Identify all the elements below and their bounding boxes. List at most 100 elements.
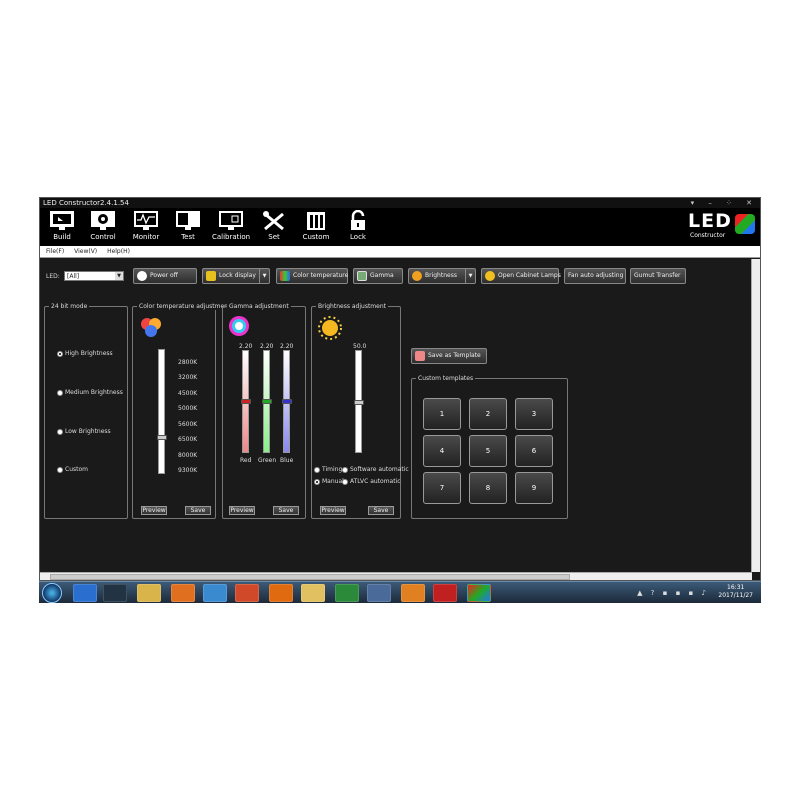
toolbar-lock[interactable]: Lock [338,210,378,241]
horizontal-scrollbar[interactable] [40,572,752,580]
menu-help[interactable]: Help(H) [107,248,130,255]
toolbar-custom[interactable]: Custom [296,210,336,241]
menu-view[interactable]: View(V) [74,248,97,255]
brightness-preview-button[interactable]: Preview [320,506,346,515]
radio-manual[interactable]: Manual [314,478,344,485]
lock-icon [351,210,365,230]
scrollbar-thumb[interactable] [50,574,570,580]
gamma-red-thumb[interactable] [241,399,251,404]
template-1-button[interactable]: 1 [423,398,461,430]
template-3-button[interactable]: 3 [515,398,553,430]
brightness-value: 50.0 [353,343,367,350]
folder-icon[interactable] [137,584,161,602]
gamma-green-thumb[interactable] [262,399,272,404]
lamp-icon [485,270,495,281]
test-icon [176,211,200,230]
excel-icon[interactable] [335,584,359,602]
open-cabinet-lamps-button[interactable]: Open Cabinet Lamps [481,268,561,284]
set-icon [263,211,284,231]
toolbar-build[interactable]: Build [42,210,82,241]
brightness-group: Brightness adjustment 50.0 Timing Softwa… [311,303,409,519]
chevron-down-icon: ▼ [115,272,123,280]
gamma-blue-slider[interactable] [282,350,292,453]
toolbar-control[interactable]: Control [83,210,123,241]
custom-icon [307,212,325,230]
search-tool-icon[interactable] [301,584,325,602]
brightness-button[interactable]: Brightness ▼ [408,268,476,284]
template-5-button[interactable]: 5 [469,435,507,467]
messenger-icon[interactable] [203,584,227,602]
gamma-button[interactable]: Gamma [353,268,403,284]
menu-file[interactable]: File(F) [46,248,64,255]
start-button[interactable] [42,583,62,603]
toolbar-test[interactable]: Test [168,210,208,241]
window-controls[interactable]: ▾ – ⁘ ✕ [691,198,758,208]
colortemp-tick-label: 8000K [178,451,198,459]
colortemp-tick-label: 9300K [178,467,198,474]
template-4-button[interactable]: 4 [423,435,461,467]
ie-icon[interactable] [73,584,97,602]
media-player-icon[interactable] [171,584,195,602]
title-bar: LED Constructor2.4.1.54 ▾ – ⁘ ✕ [40,198,760,208]
dropdown-arrow-icon[interactable]: ▼ [465,269,475,283]
radio-low-brightness[interactable]: Low Brightness [57,428,111,435]
dropdown-arrow-icon[interactable]: ▼ [259,269,269,283]
clock[interactable]: 16:31 2017/11/27 [718,584,753,600]
sun-icon [412,270,422,281]
gamma-preview-button[interactable]: Preview [229,506,255,515]
firefox-icon[interactable] [269,584,293,602]
build-icon [50,211,74,230]
powerpoint-icon[interactable] [235,584,259,602]
window-title: LED Constructor2.4.1.54 [43,199,129,207]
gamma-green-slider[interactable] [262,350,272,453]
template-6-button[interactable]: 6 [515,435,553,467]
template-7-button[interactable]: 7 [423,472,461,504]
template-8-button[interactable]: 8 [469,472,507,504]
radio-timing[interactable]: Timing [314,466,342,473]
toolbar-monitor[interactable]: Monitor [126,210,166,241]
toolbar-calibration[interactable]: Calibration [211,210,251,241]
fan-auto-adjusting-button[interactable]: Fan auto adjusting [564,268,626,284]
s-app-icon[interactable] [103,584,127,602]
template-9-button[interactable]: 9 [515,472,553,504]
colortemp-save-button[interactable]: Save [185,506,211,515]
save-as-template-button[interactable]: Save as Template [411,348,487,364]
brightness-save-button[interactable]: Save [368,506,394,515]
power-off-button[interactable]: Power off [133,268,197,284]
gamma-red-value: 2.20 [239,343,253,350]
color-balls-icon [141,318,161,337]
toolbar-set[interactable]: Set [254,210,294,241]
padlock-icon [206,270,216,281]
brightness-slider[interactable] [354,350,364,453]
calibration-icon [219,211,243,230]
color-temperature-button[interactable]: Color temperature [276,268,348,284]
radio-high-brightness[interactable]: High Brightness [57,350,113,357]
color-temperature-slider[interactable] [157,349,167,474]
color-temperature-thumb[interactable] [157,435,167,440]
system-tray-icons[interactable]: ▲ ? ▪ ▪ ▪ ♪ [637,589,709,597]
radio-custom[interactable]: Custom [57,466,88,473]
template-2-button[interactable]: 2 [469,398,507,430]
app-logo: LED Constructor [688,210,758,244]
colortemp-tick-label: 6500K [178,436,198,444]
led-constructor-taskbar-icon[interactable] [467,584,491,602]
window-app-icon[interactable] [367,584,391,602]
brightness-thumb[interactable] [354,400,364,405]
lock-display-button[interactable]: Lock display ▼ [202,268,270,284]
gamma-red-slider[interactable] [241,350,251,453]
outlook-icon[interactable] [401,584,425,602]
radio-software-automatic[interactable]: Software automatic [342,466,409,473]
color-palette-icon [280,270,290,281]
radio-atlvc-automatic[interactable]: ATLVC automatic [342,478,401,485]
gamma-blue-thumb[interactable] [282,399,292,404]
gamma-red-label: Red [240,457,252,464]
gamma-save-button[interactable]: Save [273,506,299,515]
pdf-reader-icon[interactable] [433,584,457,602]
vertical-scrollbar[interactable] [751,259,760,572]
led-select[interactable]: [All] ▼ [64,271,124,281]
colortemp-preview-button[interactable]: Preview [141,506,167,515]
gumut-transfer-button[interactable]: Gumut Transfer [630,268,686,284]
color-temperature-group: Color temperature adjustment 2800K 3200K 4… [132,303,233,519]
colortemp-tick-label: 4500K [178,389,198,397]
radio-medium-brightness[interactable]: Medium Brightness [57,389,123,396]
